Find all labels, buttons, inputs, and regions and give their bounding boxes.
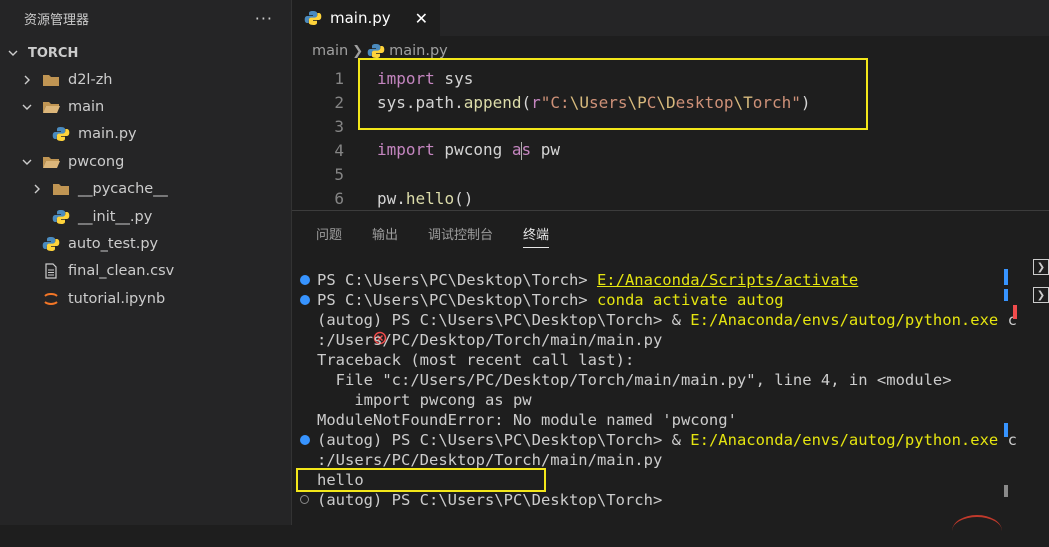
line-number: 2 [334,92,344,112]
explorer-sidebar: 资源管理器 ··· TORCH d2l-zh main main.py pwco… [0,0,292,525]
python-file-icon [42,236,60,252]
tree-item-pwcong[interactable]: pwcong [0,148,291,175]
success-status-icon[interactable] [300,275,310,285]
tree-item-label: final_clean.csv [68,263,175,280]
terminal-instance-icon[interactable]: ❯ [1033,287,1049,303]
folder-icon [42,72,60,88]
scroll-marker [1004,289,1008,301]
code-line[interactable]: 2 sys.path.append(r"C:\Users\PC\Desktop\… [292,90,810,114]
partial-circle-annotation [952,515,1002,547]
tree-item-label: d2l-zh [68,71,113,88]
code-line[interactable]: 1 import sys [292,66,473,90]
code-line[interactable]: 6 pw.hello() [292,186,473,210]
chevron-down-icon [20,101,34,113]
error-status-icon[interactable] [298,313,386,345]
success-status-icon[interactable] [300,435,310,445]
folder-open-icon [42,99,60,115]
tree-item-d2l-zh[interactable]: d2l-zh [0,66,291,93]
code-line[interactable]: 5 [292,162,344,186]
line-number: 4 [334,140,344,160]
tab-terminal[interactable]: 终端 [523,211,550,255]
chevron-right-icon [30,183,44,195]
folder-open-icon [42,154,60,170]
terminal-instance-icon[interactable]: ❯ [1033,259,1049,275]
explorer-title: 资源管理器 [24,12,90,28]
tree-item-label: auto_test.py [68,236,159,253]
line-number: 5 [334,164,344,184]
file-lines-icon [42,263,60,280]
chevron-down-icon [20,156,34,168]
chevron-down-icon [6,47,20,59]
tab-output[interactable]: 输出 [372,211,398,255]
tab-main-py[interactable]: main.py ✕ [292,0,440,36]
folder-icon [52,181,70,197]
chevron-right-icon [20,74,34,86]
explorer-header: 资源管理器 ··· [0,0,291,36]
tree-item-label: pwcong [68,153,125,170]
tree-item-label: main [68,99,105,116]
more-actions-icon[interactable]: ··· [255,9,273,28]
editor-tab-bar: main.py ✕ [292,0,1049,36]
tree-item-label: __pycache__ [78,181,168,198]
tree-item-tutorial-ipynb[interactable]: tutorial.ipynb [0,285,291,312]
file-tree: d2l-zh main main.py pwcong __pycache__ _… [0,66,291,313]
pending-status-icon[interactable] [300,495,309,504]
chevron-right-icon: ❯ [352,43,364,59]
code-text: pw.hello() [377,188,474,208]
python-file-icon [52,126,70,142]
highlight-box-output [296,468,546,492]
tree-item-label: tutorial.ipynb [68,290,166,307]
workspace-name: TORCH [28,45,79,61]
scroll-marker [1004,485,1008,497]
scroll-marker [1004,269,1008,285]
tab-debug-console[interactable]: 调试控制台 [428,211,493,255]
tab-problems[interactable]: 问题 [316,211,342,255]
python-file-icon [304,10,322,26]
line-number: 6 [334,188,344,208]
scroll-marker [1004,423,1008,437]
code-line[interactable]: 3 [292,114,344,138]
tree-item-main-py[interactable]: main.py [0,121,291,148]
tree-item-pycache[interactable]: __pycache__ [0,176,291,203]
scroll-marker [1013,305,1017,319]
breadcrumb-file[interactable]: main.py [389,43,448,59]
jupyter-icon [42,291,60,307]
code-text: import pwcong as pw [377,140,561,160]
breadcrumb-folder[interactable]: main [312,43,348,59]
code-line[interactable]: 4 import pwcong as pw [292,138,560,162]
close-icon[interactable]: ✕ [415,9,428,28]
tree-item-main[interactable]: main [0,93,291,120]
python-file-icon [367,43,385,59]
line-number: 3 [334,116,344,136]
line-number: 1 [334,68,344,88]
success-status-icon[interactable] [300,295,310,305]
tree-item-label: __init__.py [78,208,153,225]
panel-tabs: 问题 输出 调试控制台 终端 [292,211,1049,255]
python-file-icon [52,209,70,225]
workspace-section-header[interactable]: TORCH [0,40,291,66]
tree-item-auto-test-py[interactable]: auto_test.py [0,230,291,257]
terminal-link[interactable]: E:/Anaconda/Scripts/activate [597,271,858,289]
highlight-box-code [358,58,868,130]
tab-label: main.py [330,9,391,27]
tree-item-init-py[interactable]: __init__.py [0,203,291,230]
tree-item-final-clean-csv[interactable]: final_clean.csv [0,258,291,285]
tree-item-label: main.py [78,126,137,143]
